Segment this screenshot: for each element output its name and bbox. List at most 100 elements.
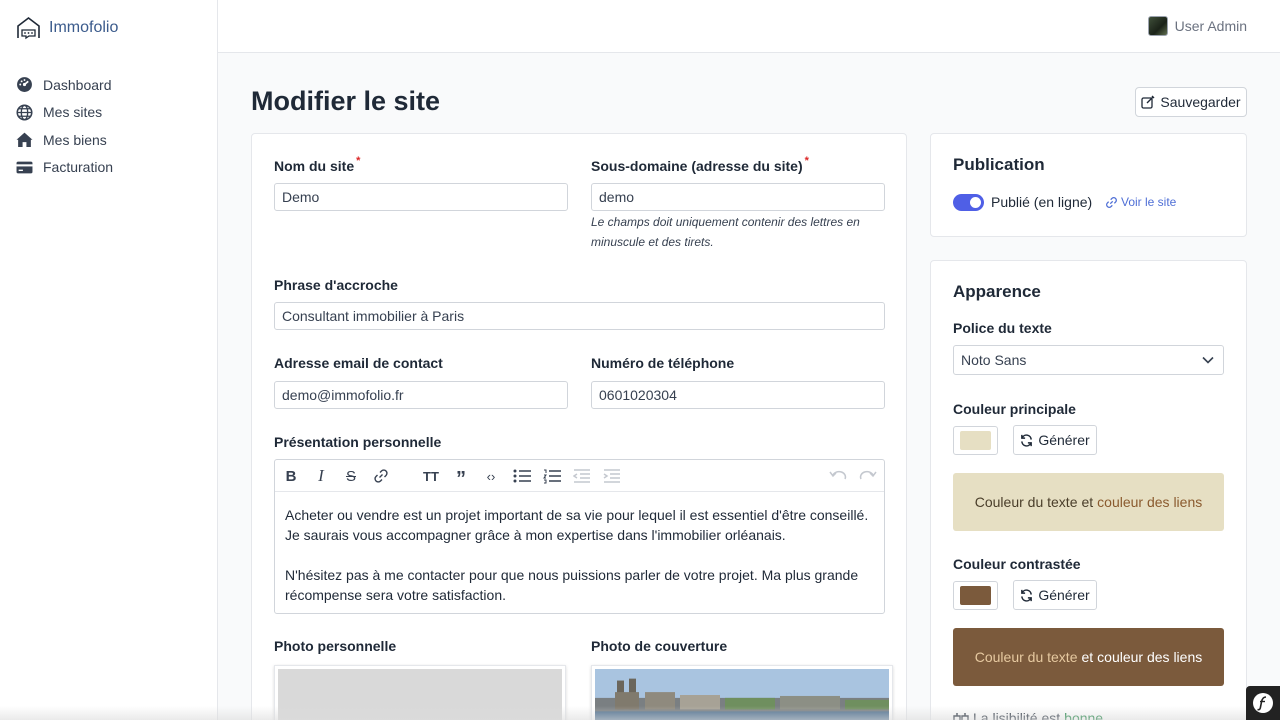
logo-icon [17, 16, 40, 40]
contrast-color-picker[interactable] [953, 581, 998, 610]
photo-personal-placeholder [278, 669, 562, 720]
primary-color-picker[interactable] [953, 426, 998, 455]
contrast-color-label: Couleur contrastée [953, 556, 1081, 572]
legibility-text: La lisibilité est [973, 710, 1061, 720]
link-icon [1106, 196, 1117, 208]
generate-contrast-button[interactable]: Générer [1013, 580, 1097, 610]
editor-toolbar: B I S TT ” ‹› [275, 460, 884, 492]
generate-primary-button[interactable]: Générer [1013, 425, 1097, 455]
bullet-list-icon[interactable] [512, 466, 532, 486]
site-name-label: Nom du site * [274, 155, 361, 174]
email-input[interactable]: demo@immofolio.fr [274, 381, 568, 409]
contrast-color-swatch [960, 586, 991, 605]
refresh-icon [1021, 588, 1033, 602]
sidebar-nav: Dashboard Mes sites Mes biens Facturatio… [16, 71, 113, 181]
font-select[interactable]: Noto Sans [953, 345, 1224, 375]
required-marker: * [356, 155, 361, 167]
credit-card-icon [16, 161, 33, 174]
primary-color-preview: Couleur du texte et couleur des liens [953, 473, 1224, 531]
rich-text-editor: B I S TT ” ‹› Acheter ou vendre est un p… [274, 459, 885, 614]
email-label: Adresse email de contact [274, 355, 443, 371]
primary-color-swatch [960, 431, 991, 450]
sidebar-item-label: Facturation [43, 159, 114, 176]
view-site-link[interactable]: Voir le site [1105, 195, 1176, 209]
subdomain-label: Sous-domaine (adresse du site) * [591, 155, 809, 174]
generate-label: Générer [1038, 587, 1090, 603]
presentation-label: Présentation personnelle [274, 434, 442, 450]
sidebar-item-label: Mes biens [43, 131, 107, 148]
user-name: User Admin [1174, 18, 1247, 34]
site-form-card: Nom du site * Demo Sous-domaine (adresse … [251, 133, 907, 720]
preview-links: couleur des liens [1097, 649, 1203, 665]
photo-cover-label: Photo de couverture [591, 638, 728, 654]
publication-title: Publication [953, 155, 1045, 174]
presentation-paragraph: Acheter ou vendre est un projet importan… [285, 507, 869, 543]
gauge-icon [17, 77, 32, 93]
legibility-icon [953, 713, 969, 720]
phone-input[interactable]: 0601020304 [591, 381, 885, 409]
legibility-value: bonne [1064, 710, 1104, 720]
sidebar-item-label: Dashboard [43, 76, 112, 93]
user-menu[interactable]: User Admin [1147, 16, 1247, 36]
outdent-icon[interactable] [572, 466, 592, 486]
topbar: User Admin [218, 0, 1280, 53]
preview-text: Couleur du texte [974, 494, 1078, 510]
heading-icon[interactable]: TT [421, 466, 441, 486]
appearance-card: Apparence Police du texte Noto Sans Coul… [930, 260, 1247, 720]
brand[interactable]: Immofolio [16, 15, 118, 40]
photo-personal[interactable] [274, 665, 566, 720]
primary-color-label: Couleur principale [953, 401, 1076, 417]
indent-icon[interactable] [602, 466, 622, 486]
sidebar: Immofolio Dashboard Mes sites Mes biens … [0, 0, 218, 720]
sidebar-item-mes-sites[interactable]: Mes sites [16, 99, 113, 127]
subdomain-hint: Le champs doit uniquement contenir des l… [591, 215, 860, 249]
publish-toggle[interactable] [953, 194, 984, 211]
cover-photo-image [595, 669, 889, 720]
sidebar-item-facturation[interactable]: Facturation [16, 154, 113, 182]
tagline-label: Phrase d'accroche [274, 277, 398, 293]
preview-and: et [1081, 649, 1094, 665]
sidebar-item-label: Mes sites [43, 104, 103, 121]
brand-name: Immofolio [49, 18, 119, 36]
avatar [1147, 16, 1168, 36]
redo-icon[interactable] [858, 466, 878, 486]
save-button-label: Sauvegarder [1160, 94, 1241, 110]
contrast-color-preview: Couleur du texte et couleur des liens [953, 628, 1224, 686]
legibility-indicator: La lisibilité est bonne [953, 710, 1103, 720]
font-label: Police du texte [953, 320, 1052, 336]
numbered-list-icon[interactable] [542, 466, 562, 486]
view-site-label: Voir le site [1121, 195, 1177, 209]
save-button[interactable]: Sauvegarder [1135, 87, 1247, 117]
debug-toolbar-icon[interactable] [1246, 686, 1280, 720]
page-title: Modifier le site [251, 86, 441, 116]
edit-icon [1141, 95, 1155, 109]
photo-personal-label: Photo personnelle [274, 638, 397, 654]
subdomain-input[interactable]: demo [591, 183, 885, 211]
photo-cover[interactable] [591, 665, 893, 720]
generate-label: Générer [1038, 432, 1090, 448]
editor-content[interactable]: Acheter ou vendre est un projet importan… [275, 492, 884, 605]
chevron-down-icon [1202, 356, 1214, 364]
bold-icon[interactable]: B [281, 466, 301, 486]
preview-links: couleur des liens [1097, 494, 1203, 510]
sidebar-item-mes-biens[interactable]: Mes biens [16, 126, 113, 154]
required-marker: * [804, 155, 809, 167]
appearance-title: Apparence [953, 282, 1041, 301]
home-icon [16, 132, 33, 148]
quote-icon[interactable]: ” [451, 466, 471, 490]
refresh-icon [1021, 433, 1033, 447]
font-select-value: Noto Sans [961, 352, 1027, 368]
tagline-input[interactable]: Consultant immobilier à Paris [274, 302, 885, 330]
globe-icon [16, 104, 33, 121]
site-name-input[interactable]: Demo [274, 183, 568, 211]
presentation-paragraph: N'hésitez pas à me contacter pour que no… [285, 567, 859, 603]
undo-icon[interactable] [828, 466, 848, 486]
publication-card: Publication Publié (en ligne) Voir le si… [930, 133, 1247, 237]
link-icon[interactable] [371, 466, 391, 486]
strikethrough-icon[interactable]: S [341, 466, 361, 486]
sidebar-item-dashboard[interactable]: Dashboard [16, 71, 113, 99]
publish-status-label: Publié (en ligne) [991, 194, 1093, 210]
code-icon[interactable]: ‹› [481, 466, 501, 486]
italic-icon[interactable]: I [311, 466, 331, 486]
phone-label: Numéro de téléphone [591, 355, 735, 371]
